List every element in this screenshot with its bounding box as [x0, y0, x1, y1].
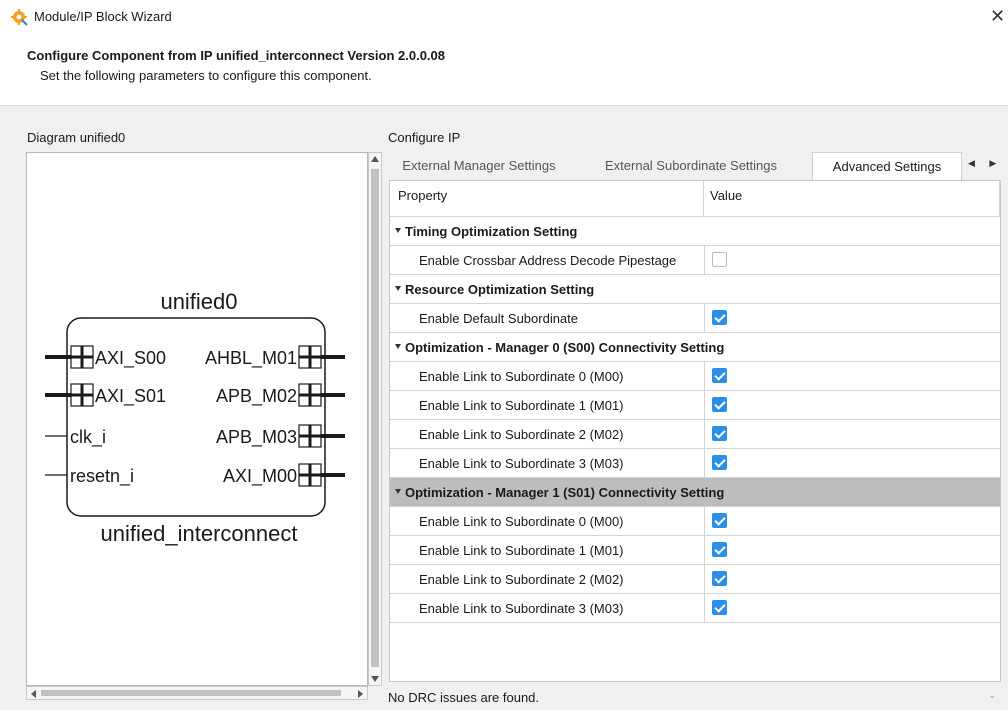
chevron-down-icon[interactable]: ⌄: [988, 690, 996, 701]
property-label: Enable Link to Subordinate 0 (M00): [419, 369, 624, 384]
checkbox-icon[interactable]: [712, 513, 727, 528]
diagram-horizontal-scrollbar[interactable]: [26, 686, 368, 700]
port-left-0[interactable]: AXI_S00: [45, 345, 166, 369]
column-divider: [704, 449, 705, 477]
group-row[interactable]: Timing Optimization Setting: [390, 217, 1000, 246]
property-row[interactable]: Enable Link to Subordinate 2 (M02): [390, 565, 1000, 594]
group-label: Timing Optimization Setting: [405, 224, 578, 239]
group-row[interactable]: Optimization - Manager 0 (S00) Connectiv…: [390, 333, 1000, 362]
checkbox-icon[interactable]: [712, 571, 727, 586]
scroll-thumb[interactable]: [371, 169, 379, 667]
port-label: resetn_i: [70, 466, 134, 487]
tab-scroll-arrows-icon[interactable]: ◀ ▶: [968, 158, 1008, 174]
column-divider: [704, 565, 705, 593]
header-subtitle: Set the following parameters to configur…: [40, 68, 372, 83]
scroll-left-icon[interactable]: [31, 690, 36, 698]
diagram-vertical-scrollbar[interactable]: [368, 152, 382, 686]
scroll-up-icon[interactable]: [371, 156, 379, 162]
property-label: Enable Default Subordinate: [419, 311, 579, 326]
drc-status: No DRC issues are found.: [388, 690, 540, 705]
column-divider: [704, 594, 705, 622]
port-label: APB_M02: [216, 386, 297, 407]
configure-tabs: External Manager Settings External Subor…: [388, 152, 1008, 180]
property-row[interactable]: Enable Link to Subordinate 3 (M03): [390, 449, 1000, 478]
collapse-triangle-icon[interactable]: [395, 489, 401, 494]
port-label: APB_M03: [216, 427, 297, 448]
tab-external-subordinate-settings[interactable]: External Subordinate Settings: [584, 152, 798, 180]
tab-advanced-settings[interactable]: Advanced Settings: [812, 152, 962, 180]
checkbox-icon[interactable]: [712, 426, 727, 441]
port-left-3[interactable]: resetn_i: [45, 466, 134, 487]
port-left-2[interactable]: clk_i: [45, 427, 106, 448]
group-row[interactable]: Optimization - Manager 1 (S01) Connectiv…: [390, 478, 1000, 507]
checkbox-icon[interactable]: [712, 542, 727, 557]
property-row[interactable]: Enable Link to Subordinate 1 (M01): [390, 391, 1000, 420]
property-label: Enable Crossbar Address Decode Pipestage: [419, 253, 677, 268]
property-label: Enable Link to Subordinate 3 (M03): [419, 456, 624, 471]
column-divider: [704, 246, 705, 274]
property-label: Enable Link to Subordinate 1 (M01): [419, 543, 624, 558]
column-value[interactable]: Value: [704, 181, 1000, 216]
column-divider: [704, 420, 705, 448]
checkbox-icon[interactable]: [712, 397, 727, 412]
checkbox-icon[interactable]: [712, 310, 727, 325]
scroll-thumb[interactable]: [41, 690, 341, 696]
wizard-app-icon: [11, 9, 28, 26]
collapse-triangle-icon[interactable]: [395, 228, 401, 233]
window-title: Module/IP Block Wizard: [34, 9, 172, 24]
scroll-down-icon[interactable]: [371, 676, 379, 682]
property-label: Enable Link to Subordinate 3 (M03): [419, 601, 624, 616]
port-right-3[interactable]: AXI_M00: [223, 463, 345, 487]
property-grid: Property Value Timing Optimization Setti…: [389, 180, 1001, 682]
collapse-triangle-icon[interactable]: [395, 286, 401, 291]
port-left-1[interactable]: AXI_S01: [45, 383, 166, 407]
scroll-right-icon[interactable]: [358, 690, 363, 698]
port-label: AHBL_M01: [205, 348, 297, 369]
port-label: AXI_S01: [95, 386, 166, 407]
grid-header: Property Value: [390, 181, 1000, 217]
port-label: AXI_S00: [95, 348, 166, 369]
checkbox-icon[interactable]: [712, 600, 727, 615]
configure-ip-label: Configure IP: [388, 130, 461, 145]
port-label: clk_i: [70, 427, 106, 448]
column-divider: [704, 507, 705, 535]
group-label: Optimization - Manager 1 (S01) Connectiv…: [405, 485, 725, 500]
title-bar: Module/IP Block Wizard ✕: [0, 0, 1008, 34]
property-label: Enable Link to Subordinate 2 (M02): [419, 572, 624, 587]
group-label: Optimization - Manager 0 (S00) Connectiv…: [405, 340, 725, 355]
property-row[interactable]: Enable Link to Subordinate 3 (M03): [390, 594, 1000, 623]
column-divider: [704, 304, 705, 332]
column-divider: [704, 362, 705, 390]
property-row[interactable]: Enable Link to Subordinate 0 (M00): [390, 507, 1000, 536]
group-label: Resource Optimization Setting: [405, 282, 595, 297]
header-title: Configure Component from IP unified_inte…: [27, 48, 445, 63]
close-icon[interactable]: ✕: [990, 5, 1008, 27]
wizard-header: Configure Component from IP unified_inte…: [0, 34, 1008, 106]
property-label: Enable Link to Subordinate 1 (M01): [419, 398, 624, 413]
diagram-label: Diagram unified0: [27, 130, 126, 145]
checkbox-icon[interactable]: [712, 252, 727, 267]
tab-external-manager-settings[interactable]: External Manager Settings: [388, 152, 570, 180]
block-diagram: unified0 unified_interconnect AXI_S00 AXI…: [45, 289, 345, 546]
module-name: unified_interconnect: [101, 521, 298, 546]
diagram-panel[interactable]: unified0 unified_interconnect AXI_S00 AXI…: [26, 152, 368, 686]
property-row[interactable]: Enable Link to Subordinate 0 (M00): [390, 362, 1000, 391]
checkbox-icon[interactable]: [712, 455, 727, 470]
column-divider: [704, 391, 705, 419]
property-row[interactable]: Enable Default Subordinate: [390, 304, 1000, 333]
property-label: Enable Link to Subordinate 2 (M02): [419, 427, 624, 442]
property-row[interactable]: Enable Crossbar Address Decode Pipestage: [390, 246, 1000, 275]
property-row[interactable]: Enable Link to Subordinate 1 (M01): [390, 536, 1000, 565]
property-row[interactable]: Enable Link to Subordinate 2 (M02): [390, 420, 1000, 449]
group-row[interactable]: Resource Optimization Setting: [390, 275, 1000, 304]
checkbox-icon[interactable]: [712, 368, 727, 383]
collapse-triangle-icon[interactable]: [395, 344, 401, 349]
property-label: Enable Link to Subordinate 0 (M00): [419, 514, 624, 529]
instance-name: unified0: [160, 289, 237, 314]
port-label: AXI_M00: [223, 466, 297, 487]
column-divider: [704, 536, 705, 564]
column-property[interactable]: Property: [390, 181, 704, 216]
